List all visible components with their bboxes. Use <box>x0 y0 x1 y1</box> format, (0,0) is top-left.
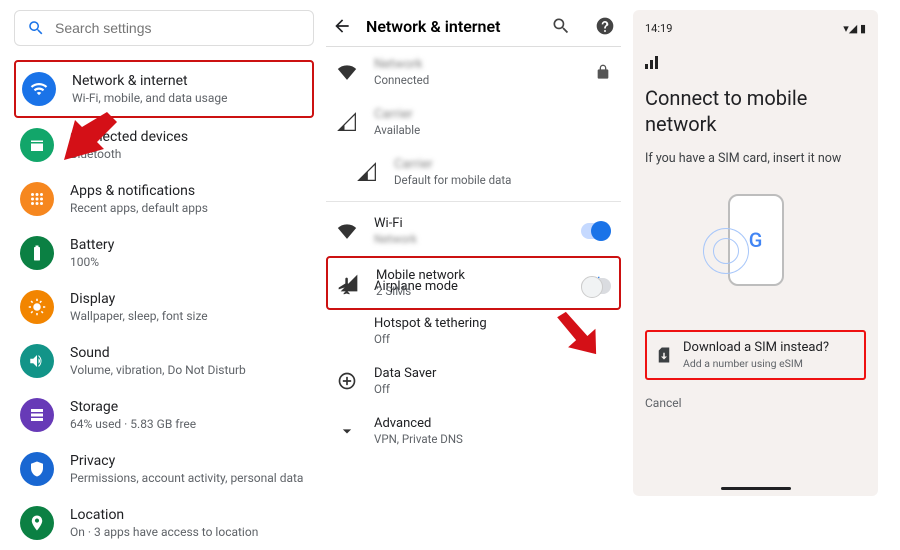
carrier-name: Carrier <box>394 157 511 172</box>
search-input[interactable] <box>55 20 301 36</box>
row-title: Data Saver <box>374 366 436 381</box>
phone-illustration: G <box>645 194 866 286</box>
row-sub: 2 SIMs <box>376 284 465 298</box>
help-icon[interactable] <box>595 16 615 36</box>
storage-icon <box>20 398 54 432</box>
network-row-mobile-network[interactable]: Mobile network2 SIMs + <box>326 256 621 310</box>
devices-icon <box>20 128 54 162</box>
privacy-icon <box>20 452 54 486</box>
wifi-icon <box>336 221 358 241</box>
network-row-wifi-connected[interactable]: NetworkConnected <box>326 47 621 97</box>
display-icon <box>20 290 54 324</box>
sim-download-icon <box>655 346 673 364</box>
settings-item-apps[interactable]: Apps & notifications Recent apps, default… <box>14 172 314 226</box>
row-title: Hotspot & tethering <box>374 316 487 331</box>
item-title: Location <box>70 507 258 523</box>
item-title: Apps & notifications <box>70 183 208 199</box>
wifi-icon <box>22 72 56 106</box>
search-icon[interactable] <box>551 16 571 36</box>
wifi-switch[interactable] <box>581 223 611 239</box>
row-sub: Off <box>374 382 436 396</box>
airplane-switch[interactable] <box>581 278 611 294</box>
settings-item-network[interactable]: Network & internet Wi-Fi, mobile, and da… <box>14 60 314 118</box>
item-sub: Wallpaper, sleep, font size <box>70 309 208 323</box>
signal-icon <box>356 162 378 182</box>
signal-icon <box>645 55 866 69</box>
download-sim-button[interactable]: Download a SIM instead? Add a number usi… <box>645 330 866 380</box>
item-sub: Recent apps, default apps <box>70 201 208 215</box>
network-name: Network <box>374 57 429 72</box>
cancel-button[interactable]: Cancel <box>645 396 866 410</box>
row-sub: Off <box>374 332 487 346</box>
search-icon <box>27 19 45 37</box>
connect-mobile-network-screen: 14:19 ▾◢ ▮ Connect to mobile network If … <box>633 10 878 496</box>
screen-title: Connect to mobile network <box>645 85 866 137</box>
download-title: Download a SIM instead? <box>683 340 829 355</box>
row-sub: Network <box>374 232 417 246</box>
carrier-name: Carrier <box>374 107 420 122</box>
item-title: Privacy <box>70 453 303 469</box>
time: 14:19 <box>645 22 672 35</box>
network-row-carrier1[interactable]: CarrierAvailable <box>326 97 621 147</box>
item-sub: 100% <box>70 255 114 269</box>
screen-subtitle: If you have a SIM card, insert it now <box>645 151 866 166</box>
settings-item-location[interactable]: Location On · 3 apps have access to locat… <box>14 496 314 550</box>
network-status: Connected <box>374 73 429 87</box>
row-title: Wi-Fi <box>374 216 417 231</box>
settings-item-storage[interactable]: Storage 64% used · 5.83 GB free <box>14 388 314 442</box>
item-sub: Permissions, account activity, personal … <box>70 471 303 485</box>
settings-item-sound[interactable]: Sound Volume, vibration, Do Not Disturb <box>14 334 314 388</box>
chevron-down-icon <box>336 421 358 441</box>
lock-icon <box>595 64 611 80</box>
item-title: Storage <box>70 399 196 415</box>
item-title: Display <box>70 291 208 307</box>
download-sub: Add a number using eSIM <box>683 357 829 370</box>
battery-icon <box>20 236 54 270</box>
network-row-advanced[interactable]: AdvancedVPN, Private DNS <box>326 406 621 456</box>
location-icon <box>20 506 54 540</box>
status-icons: ▾◢ ▮ <box>843 22 866 35</box>
page-title: Network & internet <box>366 17 537 36</box>
signal-icon <box>336 112 358 132</box>
datasaver-icon <box>336 371 358 391</box>
item-title: Battery <box>70 237 114 253</box>
carrier-status: Available <box>374 123 420 137</box>
item-sub: Wi-Fi, mobile, and data usage <box>72 91 227 105</box>
row-sub: VPN, Private DNS <box>374 432 463 446</box>
divider <box>326 201 621 202</box>
item-title: Network & internet <box>72 73 227 89</box>
network-row-datasaver[interactable]: Data SaverOff <box>326 356 621 406</box>
settings-item-privacy[interactable]: Privacy Permissions, account activity, pe… <box>14 442 314 496</box>
item-sub: Volume, vibration, Do Not Disturb <box>70 363 246 377</box>
network-row-carrier2[interactable]: CarrierDefault for mobile data <box>326 147 621 197</box>
gesture-bar <box>721 487 791 490</box>
row-title: Mobile network <box>376 268 465 283</box>
settings-main-screen: Network & internet Wi-Fi, mobile, and da… <box>14 10 314 496</box>
wifi-icon <box>336 62 358 82</box>
sound-icon <box>20 344 54 378</box>
search-settings[interactable] <box>14 10 314 46</box>
status-bar: 14:19 ▾◢ ▮ <box>645 22 866 35</box>
settings-item-display[interactable]: Display Wallpaper, sleep, font size <box>14 280 314 334</box>
google-logo-icon: G <box>749 228 763 252</box>
back-icon[interactable] <box>332 16 352 36</box>
item-sub: On · 3 apps have access to location <box>70 525 258 539</box>
item-title: Sound <box>70 345 246 361</box>
item-sub: 64% used · 5.83 GB free <box>70 417 196 431</box>
signal-icon <box>338 273 360 293</box>
carrier-status: Default for mobile data <box>394 173 511 187</box>
row-title: Advanced <box>374 416 463 431</box>
network-internet-screen: Network & internet NetworkConnected Carr… <box>326 10 621 496</box>
apps-icon <box>20 182 54 216</box>
settings-item-battery[interactable]: Battery 100% <box>14 226 314 280</box>
network-row-wifi-toggle[interactable]: Wi-FiNetwork <box>326 206 621 256</box>
